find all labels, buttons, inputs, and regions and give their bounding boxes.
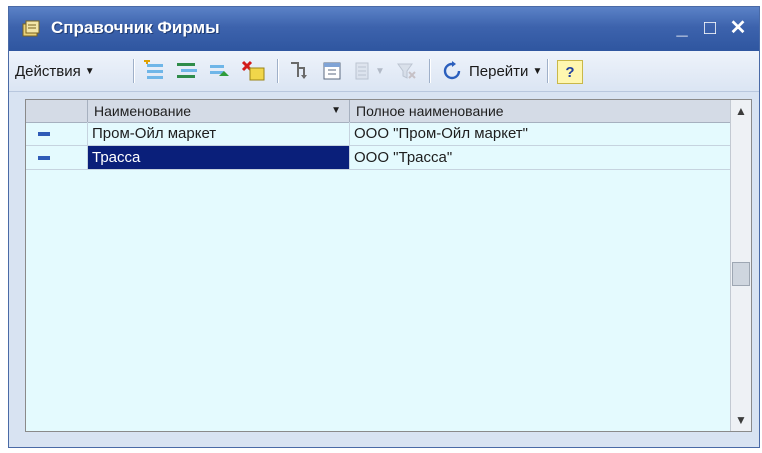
element-marker-icon [38,132,50,136]
toolbar-separator [547,59,548,83]
close-button[interactable]: ✕ [727,16,749,40]
delete-icon [241,60,265,81]
window: Справочник Фирмы _ □ ✕ Действия ▼ ▼ Пере… [8,6,760,448]
delete-button[interactable] [241,60,267,82]
scroll-thumb[interactable] [732,262,750,286]
toolbar-separator [429,59,430,83]
scroll-down-icon[interactable]: ▼ [732,411,750,429]
element-marker-icon [38,156,50,160]
maximize-button[interactable]: □ [699,16,721,40]
cell-name[interactable]: Пром-Ойл маркет [88,122,350,146]
table-row[interactable]: Трасса ООО "Трасса" [26,146,733,170]
actions-label: Действия [15,62,81,80]
title-bar[interactable]: Справочник Фирмы _ □ ✕ [9,7,759,51]
add-button[interactable] [143,60,167,82]
help-icon: ? [565,63,575,81]
table-row[interactable]: Пром-Ойл маркет ООО "Пром-Ойл маркет" [26,122,733,146]
select-level-icon [323,62,341,80]
row-marker-cell [26,146,88,170]
cell-full-name[interactable]: ООО "Пром-Ойл маркет" [350,122,733,146]
chevron-down-icon: ▼ [84,65,95,77]
goto-label: Перейти [469,62,529,80]
toolbar-separator [133,59,134,83]
column-header-full-name[interactable]: Полное наименование [350,100,733,122]
minimize-button[interactable]: _ [671,16,693,40]
add-group-icon [177,63,197,78]
catalog-icon [22,20,40,37]
sort-descending-icon: ▼ [331,105,341,116]
clear-filter-button[interactable] [395,60,417,82]
chevron-down-icon: ▼ [375,65,385,77]
copy-button[interactable] [207,60,231,82]
grid-header: Наименование ▼ Полное наименование [26,100,731,123]
chevron-down-icon: ▼ [532,65,543,77]
data-grid[interactable]: Наименование ▼ Полное наименование Пром-… [25,99,752,432]
filter-icon [355,62,369,80]
copy-icon [210,65,229,76]
vertical-scrollbar[interactable]: ▲ ▼ [730,100,751,431]
cell-full-name[interactable]: ООО "Трасса" [350,146,733,170]
hierarchy-icon [291,62,307,79]
select-level-button[interactable] [321,60,345,82]
filter-button[interactable]: ▼ [353,60,385,82]
column-header-name[interactable]: Наименование ▼ [88,100,350,122]
column-header-marker[interactable] [26,100,88,122]
column-header-name-label: Наименование [94,103,192,119]
window-title: Справочник Фирмы [51,18,220,37]
toolbar-separator [277,59,278,83]
goto-menu-button[interactable]: Перейти ▼ [441,60,542,82]
help-button[interactable]: ? [557,60,583,84]
hierarchy-button[interactable] [287,60,311,82]
refresh-icon [443,61,461,80]
clear-filter-icon [397,63,416,79]
row-marker-cell [26,122,88,146]
toolbar: Действия ▼ ▼ Перейти ▼ ? [9,51,759,92]
cell-name-selected[interactable]: Трасса [88,146,350,170]
add-icon [144,60,163,79]
scroll-up-icon[interactable]: ▲ [732,102,750,120]
actions-menu-button[interactable]: Действия ▼ [15,60,95,82]
add-group-button[interactable] [175,60,199,82]
